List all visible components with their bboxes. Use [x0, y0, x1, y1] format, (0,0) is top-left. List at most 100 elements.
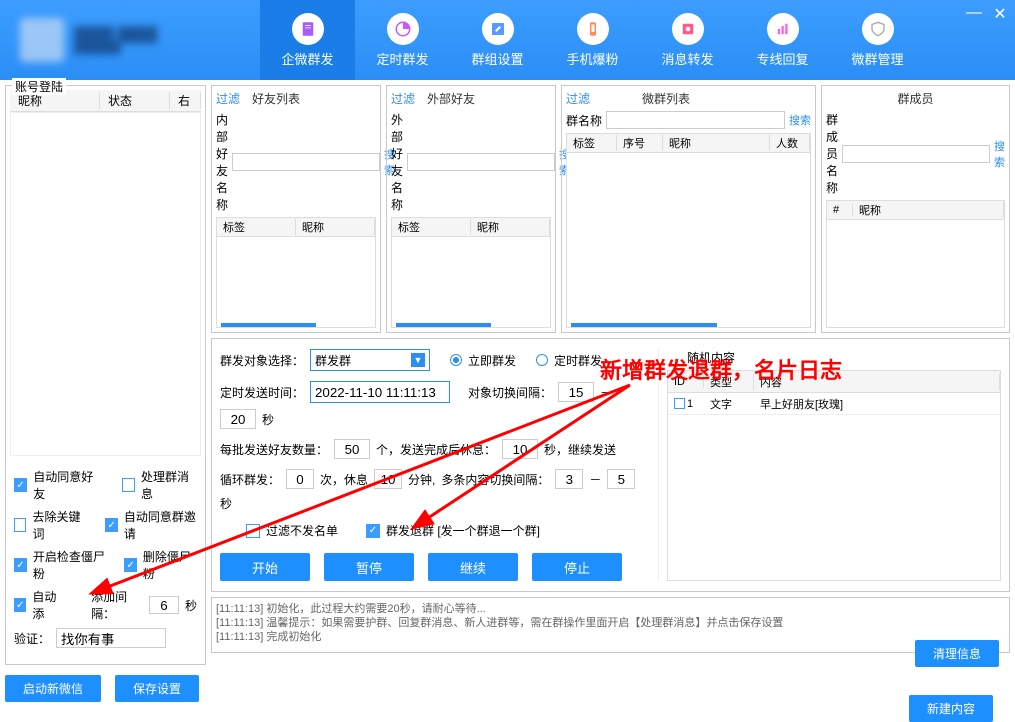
shield-icon — [862, 13, 894, 45]
panel-friend-list: 过滤 好友列表 内部好友名称 搜索 标签昵称 — [211, 85, 381, 333]
btn-search[interactable]: 搜索 — [994, 138, 1005, 170]
btn-pause[interactable]: 暂停 — [324, 553, 414, 581]
lbl-multi: 多条内容切换间隔： — [441, 471, 549, 488]
btn-clear-log[interactable]: 清理信息 — [915, 640, 999, 667]
group-list-body[interactable] — [566, 153, 811, 328]
tab-phone-fans[interactable]: 手机爆粉 — [545, 0, 640, 80]
input-batch-count[interactable] — [334, 439, 370, 459]
account-list[interactable] — [10, 112, 201, 456]
tab-msg-forward[interactable]: 消息转发 — [640, 0, 735, 80]
lbl-search: 内部好友名称 — [216, 111, 228, 213]
log-line: [11:11:13] 初始化，此过程大约需要20秒，请耐心等待... — [216, 602, 1005, 616]
main-tabs: 企微群发 定时群发 群组设置 手机爆粉 消息转发 专线回复 微群管理 — [260, 0, 1015, 80]
input-switch-min[interactable] — [558, 382, 594, 402]
tab-members[interactable]: 群成员 — [897, 90, 933, 107]
col-status: 状态 — [100, 92, 170, 109]
member-list-body[interactable] — [826, 220, 1005, 328]
tab-group-settings[interactable]: 群组设置 — [450, 0, 545, 80]
select-target[interactable]: 群发群 ▼ — [310, 349, 430, 371]
minimize-button[interactable]: — — [965, 4, 983, 22]
tab-friend-list[interactable]: 好友列表 — [252, 90, 300, 107]
content-table: ID 类型 内容 1 文字 早上好朋友[玫瑰] — [667, 370, 1001, 581]
btn-start[interactable]: 开始 — [220, 553, 310, 581]
input-loop-count[interactable] — [286, 469, 314, 489]
tab-filter[interactable]: 过滤 — [566, 90, 590, 107]
tab-label: 定时群发 — [376, 49, 428, 68]
tab-label: 微群管理 — [851, 49, 903, 68]
log-area: [11:11:13] 初始化，此过程大约需要20秒，请耐心等待... [11:1… — [211, 597, 1010, 653]
lbl-quit: 群发退群 [发一个群退一个群] — [386, 522, 540, 539]
logo-area: ████ ██████████ — [0, 0, 260, 80]
lbl-skip: 过滤不发名单 — [266, 522, 338, 539]
chk-auto-add[interactable]: ✓ — [14, 598, 26, 612]
chk-remove-keyword[interactable] — [14, 518, 26, 532]
chk-process-group-msg[interactable] — [122, 478, 135, 492]
input-switch-max[interactable] — [220, 409, 256, 429]
tab-label: 专线回复 — [756, 49, 808, 68]
lbl-auto-add: 自动添 — [32, 588, 63, 622]
chk-check-zombie[interactable]: ✓ — [14, 558, 27, 572]
chart-icon — [767, 13, 799, 45]
input-member-name[interactable] — [842, 145, 990, 163]
lbl-target: 群发对象选择： — [220, 352, 304, 369]
lbl-send-timed: 定时群发 — [554, 352, 602, 369]
input-group-name[interactable] — [606, 111, 785, 129]
btn-start-wechat[interactable]: 启动新微信 — [5, 675, 101, 702]
tab-filter[interactable]: 过滤 — [391, 90, 415, 107]
radio-send-timed[interactable] — [536, 354, 548, 366]
btn-stop[interactable]: 停止 — [532, 553, 622, 581]
friend-list-body[interactable] — [216, 237, 376, 328]
chevron-down-icon: ▼ — [411, 353, 425, 367]
chk-delete-zombie[interactable]: ✓ — [124, 558, 137, 572]
tab-line-reply[interactable]: 专线回复 — [735, 0, 830, 80]
tab-ext-friend[interactable]: 外部好友 — [427, 90, 475, 107]
content-row[interactable]: 1 文字 早上好朋友[玫瑰] — [668, 393, 1000, 415]
input-multi-min[interactable] — [555, 469, 583, 489]
input-internal-friend[interactable] — [232, 153, 380, 171]
input-external-friend[interactable] — [407, 153, 555, 171]
lbl-check-zombie: 开启检查僵尸粉 — [33, 548, 109, 582]
lbl-add-interval: 添加间隔： — [91, 588, 143, 622]
phone-icon — [577, 13, 609, 45]
lbl-remove-keyword: 去除关键词 — [32, 508, 84, 542]
input-batch-rest[interactable] — [502, 439, 538, 459]
chk-auto-agree-friend[interactable]: ✓ — [14, 478, 27, 492]
tab-random-content[interactable]: 随机内容 — [687, 349, 735, 366]
chk-auto-agree-invite[interactable]: ✓ — [105, 518, 117, 532]
lbl-delete-zombie: 删除僵尸粉 — [143, 548, 197, 582]
chk-quit-on-send[interactable]: ✓ — [366, 524, 380, 538]
input-verify[interactable] — [56, 628, 166, 648]
tab-label: 手机爆粉 — [566, 49, 618, 68]
tab-group-list[interactable]: 微群列表 — [642, 90, 690, 107]
tab-timed-send[interactable]: 定时群发 — [355, 0, 450, 80]
chk-skip-list[interactable] — [246, 524, 260, 538]
tab-qw-groupsend[interactable]: 企微群发 — [260, 0, 355, 80]
radio-send-now[interactable] — [450, 354, 462, 366]
lbl-search: 群成员名称 — [826, 111, 838, 196]
btn-search[interactable]: 搜索 — [789, 112, 811, 128]
lbl-sec: 秒 — [185, 597, 197, 614]
input-add-interval[interactable] — [149, 596, 179, 614]
log-line: [11:11:13] 温馨提示：如果需要护群、回复群消息、新人进群等，需在群操作… — [216, 616, 1005, 630]
lbl-switch: 对象切换间隔： — [468, 384, 552, 401]
chk-row[interactable] — [674, 398, 685, 409]
btn-new-content[interactable]: 新建内容 — [909, 695, 993, 722]
log-line: [11:11:13] 完成初始化 — [216, 630, 1005, 644]
panel-external-friend: 过滤 外部好友 外部好友名称 搜索 标签昵称 — [386, 85, 556, 333]
btn-continue[interactable]: 继续 — [428, 553, 518, 581]
ext-friend-list-body[interactable] — [391, 237, 551, 328]
input-loop-rest[interactable] — [374, 469, 402, 489]
input-sched-time[interactable] — [310, 381, 450, 403]
tab-label: 消息转发 — [661, 49, 713, 68]
btn-save-settings[interactable]: 保存设置 — [115, 675, 199, 702]
lbl-search: 外部好友名称 — [391, 111, 403, 213]
close-button[interactable]: ✕ — [991, 4, 1009, 22]
panel-group-members: 群成员 群成员名称 搜索 #昵称 — [821, 85, 1010, 333]
lbl-loop: 循环群发： — [220, 471, 280, 488]
tab-label: 群组设置 — [471, 49, 523, 68]
input-multi-max[interactable] — [607, 469, 635, 489]
panel-group-list: 过滤 微群列表 群名称 搜索 标签 序号 昵称 人数 — [561, 85, 816, 333]
tab-filter[interactable]: 过滤 — [216, 90, 240, 107]
tab-group-manage[interactable]: 微群管理 — [830, 0, 925, 80]
lbl-send-now: 立即群发 — [468, 352, 516, 369]
